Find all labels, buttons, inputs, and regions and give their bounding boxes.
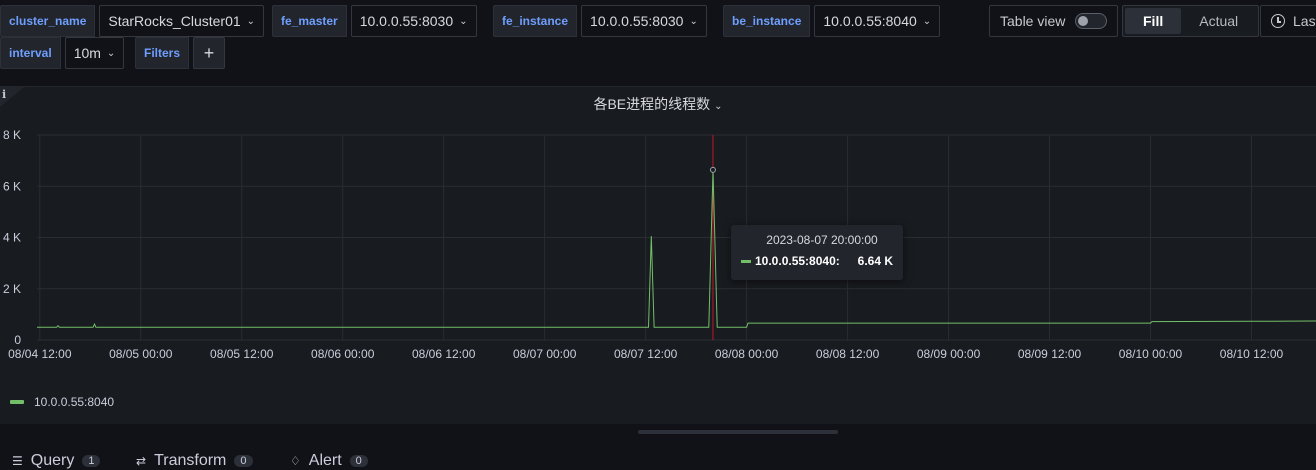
chart-tooltip: 2023-08-07 20:00:00 10.0.0.55:8040: 6.64… <box>731 225 903 280</box>
pane-resize-handle[interactable] <box>638 430 838 434</box>
x-tick-label: 08/06 12:00 <box>412 347 476 361</box>
table-view-label: Table view <box>1000 13 1066 29</box>
add-filter-button[interactable]: + <box>193 37 226 69</box>
variable-select[interactable]: 10.0.0.55:8030 ⌄ <box>581 5 707 37</box>
x-tick-label: 08/05 12:00 <box>210 347 274 361</box>
variable-label: interval <box>0 37 61 69</box>
variable-select-value: 10m <box>73 45 101 61</box>
x-tick-label: 08/06 00:00 <box>311 347 375 361</box>
variable-select-value: 10.0.0.55:8040 <box>823 13 917 29</box>
variable-label: fe_master <box>272 5 347 37</box>
chevron-down-icon: ⌄ <box>246 15 256 27</box>
variable-be-instance: be_instance 10.0.0.55:8040 ⌄ <box>723 5 941 37</box>
x-tick-label: 08/09 00:00 <box>917 347 981 361</box>
clock-icon <box>1271 14 1285 28</box>
variable-select-value: StarRocks_Cluster01 <box>108 13 241 29</box>
x-tick-label: 08/10 00:00 <box>1119 347 1183 361</box>
filters: Filters + <box>135 37 226 69</box>
x-tick-label: 08/07 12:00 <box>614 347 678 361</box>
x-tick-label: 08/05 00:00 <box>109 347 173 361</box>
table-view-toggle[interactable]: Table view <box>989 5 1119 37</box>
tab-count: 1 <box>82 455 101 467</box>
y-tick-label: 8 K <box>3 128 21 142</box>
series-swatch <box>741 259 751 263</box>
chevron-down-icon: ⌄ <box>106 47 116 59</box>
fill-button[interactable]: Fill <box>1125 8 1182 34</box>
tab-label: Alert <box>308 452 342 469</box>
variable-select[interactable]: 10.0.0.55:8040 ⌄ <box>814 5 941 37</box>
chevron-down-icon: ⌄ <box>689 15 698 27</box>
legend-swatch <box>10 400 24 404</box>
x-tick-label: 08/08 12:00 <box>816 347 880 361</box>
time-range-picker[interactable]: Last <box>1260 5 1316 37</box>
variable-fe-master: fe_master 10.0.0.55:8030 ⌄ <box>272 5 477 37</box>
x-tick-label: 08/07 00:00 <box>513 347 577 361</box>
chevron-down-icon: ⌄ <box>922 15 932 27</box>
tab-query[interactable]: ☰ Query 1 <box>12 452 101 470</box>
tab-alert[interactable]: ♢ Alert 0 <box>290 452 368 470</box>
database-icon: ☰ <box>12 454 23 468</box>
variable-cluster-name: cluster_name StarRocks_Cluster01 ⌄ <box>0 5 265 37</box>
tooltip-row: 10.0.0.55:8040: 6.64 K <box>741 254 893 268</box>
variable-select-value: 10.0.0.55:8030 <box>359 13 454 29</box>
tab-count: 0 <box>349 455 368 467</box>
dashboard-toolbar: cluster_name StarRocks_Cluster01 ⌄ fe_mas… <box>0 0 1316 86</box>
y-tick-label: 0 <box>14 333 21 347</box>
variable-label: be_instance <box>723 5 811 37</box>
tooltip-series: 10.0.0.55:8040: <box>755 254 840 268</box>
y-tick-label: 4 K <box>3 231 21 245</box>
tab-count: 0 <box>234 455 253 467</box>
transform-icon: ⇄ <box>136 454 147 468</box>
tab-label: Transform <box>154 452 227 469</box>
series-line <box>37 169 1316 328</box>
view-mode-switch: Fill Actual <box>1122 5 1260 37</box>
x-tick-label: 08/09 12:00 <box>1018 347 1082 361</box>
y-tick-label: 2 K <box>3 282 21 296</box>
legend-label: 10.0.0.55:8040 <box>34 395 115 409</box>
hover-point <box>709 166 716 173</box>
variable-select[interactable]: StarRocks_Cluster01 ⌄ <box>99 5 265 37</box>
time-range-label: Last <box>1293 13 1316 29</box>
y-tick-label: 6 K <box>3 179 21 193</box>
x-tick-label: 08/04 12:00 <box>8 347 72 361</box>
variable-interval: interval 10m ⌄ <box>0 37 125 69</box>
variable-label: cluster_name <box>0 5 96 37</box>
filters-label: Filters <box>135 37 190 69</box>
time-series-chart[interactable]: 0 2 K 4 K 6 K 8 K 08/04 12:00 08/05 00:00 08/05… <box>0 86 1316 376</box>
tooltip-time: 2023-08-07 20:00:00 <box>766 233 878 247</box>
x-tick-label: 08/10 12:00 <box>1220 347 1284 361</box>
toggle-switch[interactable] <box>1075 13 1108 29</box>
variable-select[interactable]: 10.0.0.55:8030 ⌄ <box>350 5 477 37</box>
variable-select-value: 10.0.0.55:8030 <box>590 13 684 29</box>
actual-button[interactable]: Actual <box>1181 8 1256 34</box>
tab-transform[interactable]: ⇄ Transform 0 <box>136 452 253 470</box>
x-tick-label: 08/08 00:00 <box>715 347 779 361</box>
variable-fe-instance: fe_instance 10.0.0.55:8030 ⌄ <box>493 5 707 37</box>
chevron-down-icon: ⌄ <box>459 15 468 27</box>
tooltip-value: 6.64 K <box>857 254 893 268</box>
tab-label: Query <box>30 452 75 469</box>
chart-legend[interactable]: 10.0.0.55:8040 <box>10 395 114 409</box>
variable-select[interactable]: 10m ⌄ <box>64 37 125 69</box>
bell-icon: ♢ <box>290 454 301 468</box>
variable-label: fe_instance <box>493 5 578 37</box>
